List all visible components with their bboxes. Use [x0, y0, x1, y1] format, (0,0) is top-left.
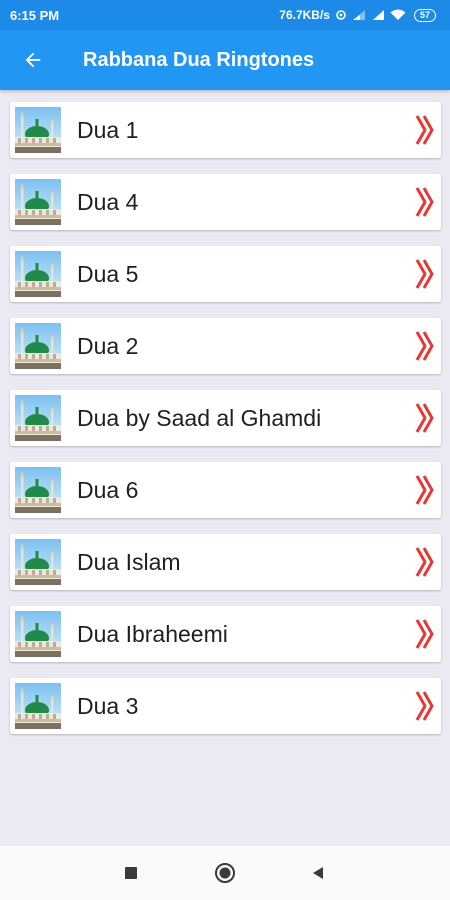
- list-item-label: Dua 3: [77, 692, 139, 719]
- ringtone-list: Dua 1 Dua 4 Dua 5 Dua 2 Dua by Saad al G…: [10, 102, 441, 750]
- status-bar: 6:15 PM 76.7KB/s 57: [0, 0, 450, 30]
- mosque-thumbnail: [15, 395, 61, 441]
- list-item-label: Dua Islam: [77, 548, 181, 575]
- mosque-thumbnail: [15, 179, 61, 225]
- status-time: 6:15 PM: [10, 7, 60, 23]
- navigation-bar: [0, 846, 450, 900]
- list-item-label: Dua Ibraheemi: [77, 620, 228, 647]
- list-item[interactable]: Dua Ibraheemi: [10, 606, 441, 662]
- list-item[interactable]: Dua 2: [10, 318, 441, 374]
- app-bar: Rabbana Dua Ringtones: [0, 30, 450, 90]
- list-item[interactable]: Dua Islam: [10, 534, 441, 590]
- mosque-thumbnail: [15, 107, 61, 153]
- network-speed: 76.7KB/s: [279, 8, 330, 22]
- list-item-label: Dua 2: [77, 332, 139, 359]
- circle-icon: [215, 863, 235, 883]
- back-nav-button[interactable]: [288, 846, 348, 900]
- arrow-left-icon: [25, 52, 41, 68]
- double-chevron-right-icon: [415, 186, 435, 223]
- list-item-label: Dua 5: [77, 260, 139, 287]
- status-icons: 76.7KB/s 57: [279, 8, 436, 22]
- list-item[interactable]: Dua by Saad al Ghamdi: [10, 390, 441, 446]
- double-chevron-right-icon: [415, 402, 435, 439]
- volte-icon: [371, 9, 385, 21]
- list-item[interactable]: Dua 6: [10, 462, 441, 518]
- back-button[interactable]: [9, 36, 57, 84]
- double-chevron-right-icon: [415, 258, 435, 295]
- wifi-icon: [390, 9, 406, 21]
- mosque-thumbnail: [15, 323, 61, 369]
- list-item-label: Dua 6: [77, 476, 139, 503]
- list-item[interactable]: Dua 5: [10, 246, 441, 302]
- double-chevron-right-icon: [415, 330, 435, 367]
- signal-icon: [352, 9, 366, 21]
- recents-button[interactable]: [101, 846, 161, 900]
- square-icon: [125, 867, 137, 879]
- double-chevron-right-icon: [415, 474, 435, 511]
- mosque-thumbnail: [15, 251, 61, 297]
- mosque-thumbnail: [15, 539, 61, 585]
- double-chevron-right-icon: [415, 690, 435, 727]
- sync-icon: [335, 9, 347, 21]
- double-chevron-right-icon: [415, 546, 435, 583]
- mosque-thumbnail: [15, 683, 61, 729]
- mosque-thumbnail: [15, 467, 61, 513]
- home-button[interactable]: [195, 846, 255, 900]
- list-item-label: Dua by Saad al Ghamdi: [77, 404, 322, 431]
- battery-indicator: 57: [413, 8, 436, 22]
- triangle-back-icon: [313, 867, 323, 879]
- mosque-thumbnail: [15, 611, 61, 657]
- list-item[interactable]: Dua 1: [10, 102, 441, 158]
- list-item-label: Dua 1: [77, 116, 139, 143]
- list-item[interactable]: Dua 4: [10, 174, 441, 230]
- double-chevron-right-icon: [415, 618, 435, 655]
- double-chevron-right-icon: [415, 114, 435, 151]
- list-item-label: Dua 4: [77, 188, 139, 215]
- list-item[interactable]: Dua 3: [10, 678, 441, 734]
- page-title: Rabbana Dua Ringtones: [83, 48, 315, 71]
